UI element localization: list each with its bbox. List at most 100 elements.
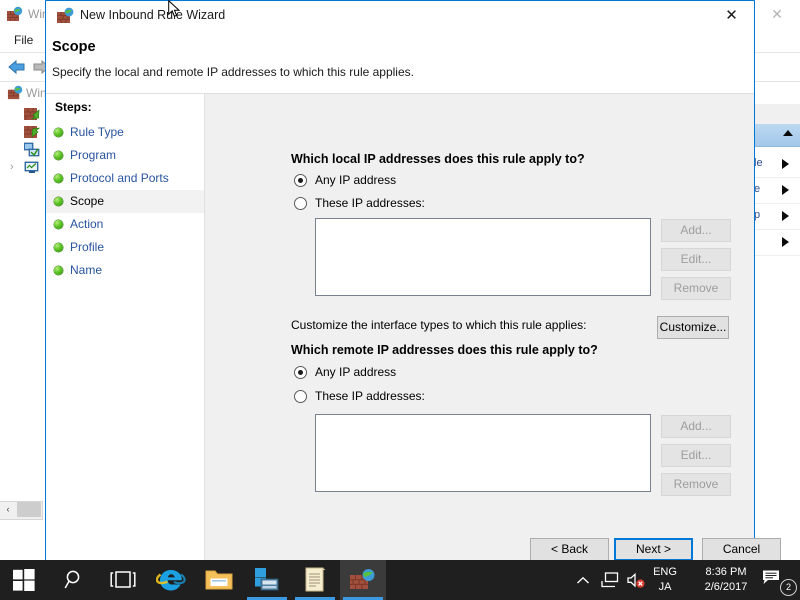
local-add-button[interactable]: Add... (661, 219, 731, 242)
actions-pane: le e p (753, 82, 800, 520)
screen: Windows Firewall with Advanced Security … (0, 0, 800, 600)
taskbar-notepad-button[interactable] (292, 560, 338, 600)
local-edit-button[interactable]: Edit... (661, 248, 731, 271)
local-ip-heading: Which local IP addresses does this rule … (291, 152, 585, 166)
step-label: Profile (70, 240, 105, 254)
step-bullet-icon (54, 128, 63, 137)
scroll-left-button[interactable]: ‹ (0, 502, 16, 517)
language-indicator-line1[interactable]: ENG (645, 566, 685, 578)
action-center-icon[interactable] (762, 569, 782, 592)
local-these-ip-label: These IP addresses: (315, 196, 425, 210)
local-any-ip-label: Any IP address (315, 173, 397, 187)
page-subtitle: Specify the local and remote IP addresse… (52, 65, 414, 79)
firewall-icon (7, 85, 23, 101)
sidebar-item-protocol-and-ports[interactable]: Protocol and Ports (46, 167, 204, 190)
step-bullet-icon (54, 220, 63, 229)
taskbar-internet-explorer-button[interactable] (148, 560, 194, 600)
scrollbar-thumb[interactable] (17, 502, 41, 517)
customize-button[interactable]: Customize... (657, 316, 729, 339)
menu-file[interactable]: File (14, 33, 33, 47)
action-item-label: le (754, 157, 763, 169)
remote-any-ip-label: Any IP address (315, 365, 397, 379)
remote-add-button[interactable]: Add... (661, 415, 731, 438)
back-button[interactable]: < Back (530, 538, 609, 561)
dialog-header: Scope Specify the local and remote IP ad… (46, 31, 754, 94)
tree-expander-monitoring[interactable]: › (10, 161, 14, 173)
clock-date[interactable]: 2/6/2017 (690, 581, 762, 593)
sidebar-item-program[interactable]: Program (46, 144, 204, 167)
step-bullet-icon (54, 243, 63, 252)
taskbar-server-manager-button[interactable] (244, 560, 290, 600)
back-arrow-icon[interactable] (6, 58, 28, 76)
step-label: Action (70, 217, 104, 231)
taskbar-file-explorer-button[interactable] (196, 560, 242, 600)
local-remove-button[interactable]: Remove (661, 277, 731, 300)
step-bullet-icon (54, 266, 63, 275)
sidebar-item-rule-type[interactable]: Rule Type (46, 121, 204, 144)
sidebar-item-name[interactable]: Name (46, 259, 204, 282)
taskbar-task-view-button[interactable] (100, 560, 146, 600)
actions-pane-header (754, 104, 800, 125)
console-close-button[interactable]: ✕ (762, 4, 792, 24)
steps-pane: Steps: Rule Type Program Protocol and Po… (46, 94, 205, 566)
tree-horizontal-scrollbar[interactable]: ‹ (0, 501, 43, 520)
notification-count-badge: 2 (780, 579, 797, 596)
sidebar-item-profile[interactable]: Profile (46, 236, 204, 259)
remote-these-ip-radio[interactable] (294, 390, 307, 403)
chevron-up-icon (783, 130, 793, 136)
inbound-rules-icon[interactable] (24, 106, 40, 122)
remote-remove-button[interactable]: Remove (661, 473, 731, 496)
taskbar-firewall-button[interactable] (340, 560, 386, 600)
local-any-ip-radio[interactable] (294, 174, 307, 187)
step-label: Rule Type (70, 125, 124, 139)
remote-any-ip-radio[interactable] (294, 366, 307, 379)
chevron-up-icon[interactable] (576, 574, 590, 592)
action-item[interactable]: p (754, 204, 800, 230)
chevron-right-icon (782, 237, 789, 247)
step-label: Name (70, 263, 103, 277)
next-button[interactable]: Next > (614, 538, 693, 561)
start-button[interactable] (0, 560, 48, 600)
step-label: Protocol and Ports (70, 171, 169, 185)
local-these-ip-radio[interactable] (294, 197, 307, 210)
action-item[interactable] (754, 230, 800, 256)
remote-ip-listbox[interactable] (315, 414, 651, 492)
remote-edit-button[interactable]: Edit... (661, 444, 731, 467)
dialog-titlebar[interactable]: New Inbound Rule Wizard ✕ (46, 1, 754, 31)
local-ip-listbox[interactable] (315, 218, 651, 296)
steps-heading: Steps: (55, 100, 92, 114)
outbound-rules-icon[interactable] (24, 124, 40, 140)
remote-these-ip-label: These IP addresses: (315, 389, 425, 403)
sidebar-item-action[interactable]: Action (46, 213, 204, 236)
monitoring-icon[interactable] (24, 160, 40, 176)
step-label: Scope (70, 194, 105, 208)
interface-types-label: Customize the interface types to which t… (291, 318, 587, 332)
step-bullet-icon (54, 151, 63, 160)
network-icon[interactable] (601, 572, 619, 593)
scope-content: Which local IP addresses does this rule … (205, 94, 781, 566)
step-bullet-icon (54, 174, 63, 183)
chevron-right-icon (782, 211, 789, 221)
step-bullet-icon (54, 197, 63, 206)
cancel-button[interactable]: Cancel (702, 538, 781, 561)
firewall-icon (56, 7, 74, 25)
page-title: Scope (52, 39, 96, 55)
clock-time[interactable]: 8:36 PM (690, 566, 762, 578)
taskbar: ENG JA 8:36 PM 2/6/2017 2 (0, 560, 800, 600)
action-item[interactable]: le (754, 152, 800, 178)
dialog-body: Steps: Rule Type Program Protocol and Po… (46, 94, 781, 566)
sidebar-item-scope[interactable]: Scope (46, 190, 204, 213)
volume-muted-icon[interactable] (626, 572, 646, 594)
taskbar-search-button[interactable] (52, 560, 98, 600)
actions-selected-row[interactable] (754, 124, 800, 147)
chevron-right-icon (782, 159, 789, 169)
connection-security-rules-icon[interactable] (23, 142, 40, 158)
new-inbound-rule-wizard-dialog: New Inbound Rule Wizard ✕ Scope Specify … (45, 0, 781, 567)
close-icon[interactable]: ✕ (709, 1, 754, 30)
chevron-right-icon (782, 185, 789, 195)
action-item[interactable]: e (754, 178, 800, 204)
step-label: Program (70, 148, 117, 162)
language-indicator-line2[interactable]: JA (645, 581, 685, 593)
mouse-cursor (168, 0, 181, 19)
dialog-title: New Inbound Rule Wizard (80, 8, 226, 22)
